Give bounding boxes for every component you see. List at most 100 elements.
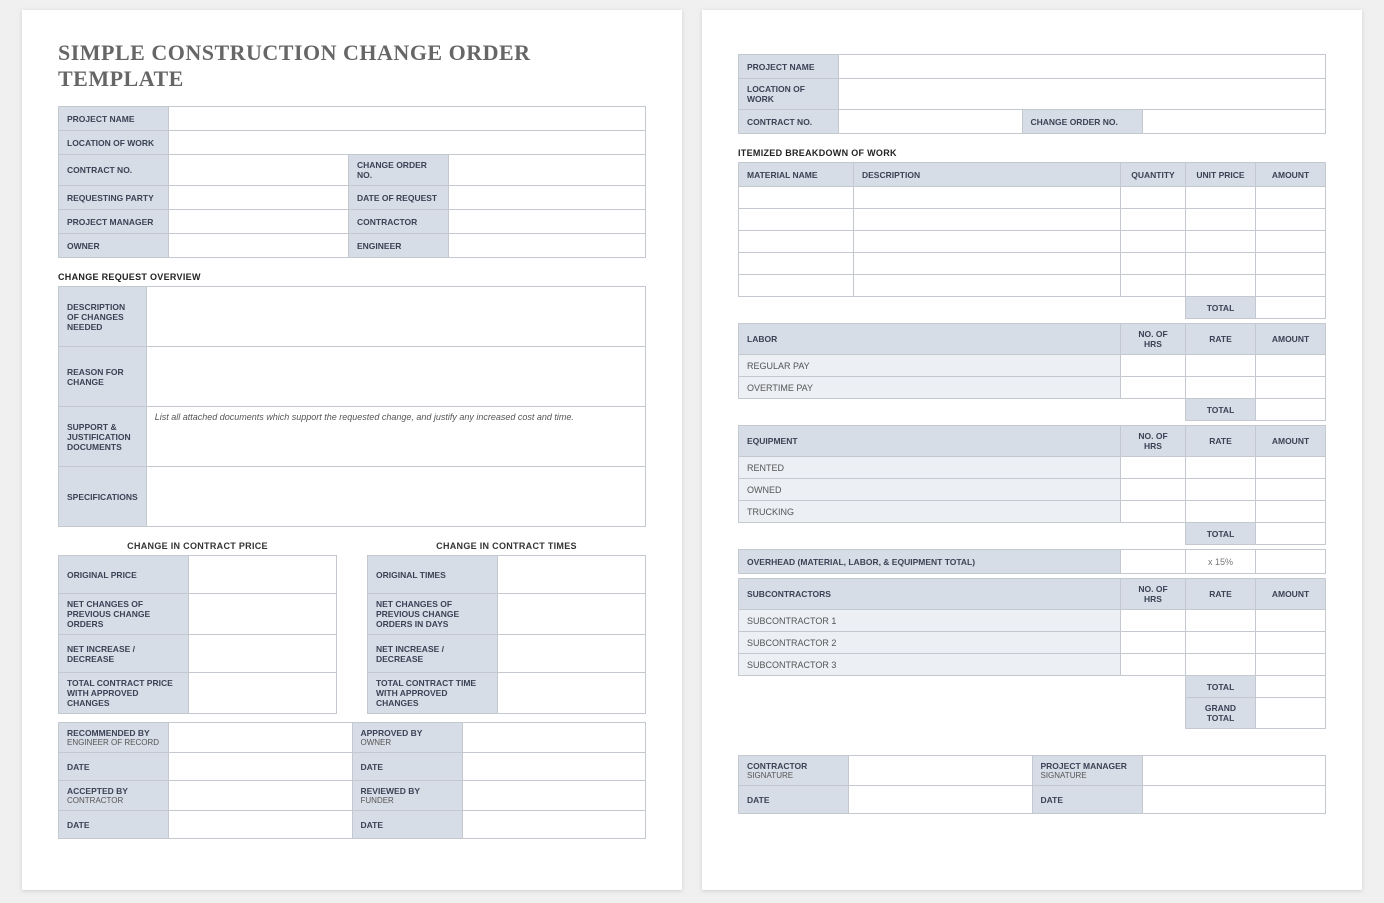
field-project-manager[interactable] xyxy=(169,210,349,234)
lbl-contractor-sig: CONTRACTORSIGNATURE xyxy=(739,756,849,786)
lbl-date-1: DATE xyxy=(59,753,169,781)
times-title: CHANGE IN CONTRACT TIMES xyxy=(367,541,646,551)
header-table-2: PROJECT NAME LOCATION OF WORK CONTRACT N… xyxy=(738,54,1326,134)
signoff-table-2: CONTRACTORSIGNATURE PROJECT MANAGERSIGNA… xyxy=(738,755,1326,814)
labor-table: LABOR NO. OF HRS RATE AMOUNT REGULAR PAY… xyxy=(738,323,1326,421)
lbl-engineer: ENGINEER xyxy=(349,234,449,258)
field-date-of-request[interactable] xyxy=(449,186,646,210)
lbl-contract-no-2: CONTRACT NO. xyxy=(739,110,839,134)
table-row[interactable] xyxy=(739,209,1326,231)
field-change-order-no-2[interactable] xyxy=(1142,110,1326,134)
lbl-pm-sig: PROJECT MANAGERSIGNATURE xyxy=(1032,756,1142,786)
subs-table: SUBCONTRACTORS NO. OF HRS RATE AMOUNT SU… xyxy=(738,578,1326,729)
lbl-project-manager: PROJECT MANAGER xyxy=(59,210,169,234)
materials-table: MATERIAL NAME DESCRIPTION QUANTITY UNIT … xyxy=(738,162,1326,319)
table-row[interactable]: REGULAR PAY xyxy=(739,355,1326,377)
field-original-times[interactable] xyxy=(498,556,646,594)
lbl-date-3: DATE xyxy=(59,811,169,839)
lbl-date-r2: DATE xyxy=(1032,786,1142,814)
lbl-project-name: PROJECT NAME xyxy=(59,107,169,131)
page-2: PROJECT NAME LOCATION OF WORK CONTRACT N… xyxy=(702,10,1362,890)
ibw-title: ITEMIZED BREAKDOWN OF WORK xyxy=(738,148,1326,158)
table-row[interactable]: SUBCONTRACTOR 2 xyxy=(739,632,1326,654)
table-row[interactable]: OWNED xyxy=(739,479,1326,501)
field-total-times[interactable] xyxy=(498,673,646,714)
col-labor-amount: AMOUNT xyxy=(1256,324,1326,355)
lbl-location-2: LOCATION OF WORK xyxy=(739,79,839,110)
lbl-net-inc-price: NET INCREASE / DECREASE xyxy=(59,635,189,673)
lbl-owner: OWNER xyxy=(59,234,169,258)
field-support[interactable]: List all attached documents which suppor… xyxy=(146,407,645,467)
table-row[interactable] xyxy=(739,231,1326,253)
lbl-total-price: TOTAL CONTRACT PRICE WITH APPROVED CHANG… xyxy=(59,673,189,714)
field-date-3[interactable] xyxy=(169,811,353,839)
lbl-labor-total: TOTAL xyxy=(1186,399,1256,421)
page-1: SIMPLE CONSTRUCTION CHANGE ORDER TEMPLAT… xyxy=(22,10,682,890)
overview-table: DESCRIPTION OF CHANGES NEEDED REASON FOR… xyxy=(58,286,646,527)
lbl-reviewed: REVIEWED BYFUNDER xyxy=(352,781,462,811)
col-eq-rate: RATE xyxy=(1186,426,1256,457)
field-change-order-no[interactable] xyxy=(449,155,646,186)
lbl-original-price: ORIGINAL PRICE xyxy=(59,556,189,594)
page-title: SIMPLE CONSTRUCTION CHANGE ORDER TEMPLAT… xyxy=(58,40,646,92)
field-approved[interactable] xyxy=(462,723,646,753)
table-row[interactable] xyxy=(739,253,1326,275)
table-row[interactable] xyxy=(739,275,1326,297)
overview-title: CHANGE REQUEST OVERVIEW xyxy=(58,272,646,282)
lbl-recommended: RECOMMENDED BYENGINEER OF RECORD xyxy=(59,723,169,753)
field-desc-changes[interactable] xyxy=(146,287,645,347)
field-net-inc-price[interactable] xyxy=(189,635,337,673)
col-amount: AMOUNT xyxy=(1256,163,1326,187)
field-project-name-2[interactable] xyxy=(839,55,1326,79)
field-reviewed[interactable] xyxy=(462,781,646,811)
field-specs[interactable] xyxy=(146,467,645,527)
table-row[interactable]: RENTED xyxy=(739,457,1326,479)
field-date-1[interactable] xyxy=(169,753,353,781)
col-sub-rate: RATE xyxy=(1186,579,1256,610)
field-pm-sig[interactable] xyxy=(1142,756,1326,786)
field-labor-total xyxy=(1256,399,1326,421)
table-row[interactable]: SUBCONTRACTOR 3 xyxy=(739,654,1326,676)
table-row[interactable]: SUBCONTRACTOR 1 xyxy=(739,610,1326,632)
field-total-price[interactable] xyxy=(189,673,337,714)
field-date-2[interactable] xyxy=(462,753,646,781)
field-reason[interactable] xyxy=(146,347,645,407)
field-project-name[interactable] xyxy=(169,107,646,131)
signoff-table: RECOMMENDED BYENGINEER OF RECORD APPROVE… xyxy=(58,722,646,839)
table-row[interactable]: TRUCKING xyxy=(739,501,1326,523)
field-location-2[interactable] xyxy=(839,79,1326,110)
lbl-labor: LABOR xyxy=(739,324,1121,355)
table-row[interactable]: OVERTIME PAY xyxy=(739,377,1326,399)
col-material-name: MATERIAL NAME xyxy=(739,163,854,187)
lbl-original-times: ORIGINAL TIMES xyxy=(368,556,498,594)
field-contractor-sig[interactable] xyxy=(849,756,1033,786)
col-unit-price: UNIT PRICE xyxy=(1186,163,1256,187)
lbl-accepted: ACCEPTED BYCONTRACTOR xyxy=(59,781,169,811)
lbl-change-order-no-2: CHANGE ORDER NO. xyxy=(1022,110,1142,134)
field-location[interactable] xyxy=(169,131,646,155)
lbl-net-prev-times: NET CHANGES OF PREVIOUS CHANGE ORDERS IN… xyxy=(368,594,498,635)
lbl-date-of-request: DATE OF REQUEST xyxy=(349,186,449,210)
field-recommended[interactable] xyxy=(169,723,353,753)
lbl-change-order-no: CHANGE ORDER NO. xyxy=(349,155,449,186)
field-original-price[interactable] xyxy=(189,556,337,594)
field-net-inc-times[interactable] xyxy=(498,635,646,673)
field-contractor[interactable] xyxy=(449,210,646,234)
field-date-4[interactable] xyxy=(462,811,646,839)
lbl-project-name-2: PROJECT NAME xyxy=(739,55,839,79)
field-accepted[interactable] xyxy=(169,781,353,811)
times-table: ORIGINAL TIMES NET CHANGES OF PREVIOUS C… xyxy=(367,555,646,714)
field-contract-no[interactable] xyxy=(169,155,349,186)
field-engineer[interactable] xyxy=(449,234,646,258)
table-row[interactable] xyxy=(739,187,1326,209)
lbl-grand-total: GRAND TOTAL xyxy=(1186,698,1256,729)
field-net-prev-price[interactable] xyxy=(189,594,337,635)
field-net-prev-times[interactable] xyxy=(498,594,646,635)
field-date-r1[interactable] xyxy=(849,786,1033,814)
lbl-date-2: DATE xyxy=(352,753,462,781)
field-owner[interactable] xyxy=(169,234,349,258)
field-contract-no-2[interactable] xyxy=(839,110,1023,134)
field-date-r2[interactable] xyxy=(1142,786,1326,814)
field-requesting-party[interactable] xyxy=(169,186,349,210)
lbl-contractor: CONTRACTOR xyxy=(349,210,449,234)
